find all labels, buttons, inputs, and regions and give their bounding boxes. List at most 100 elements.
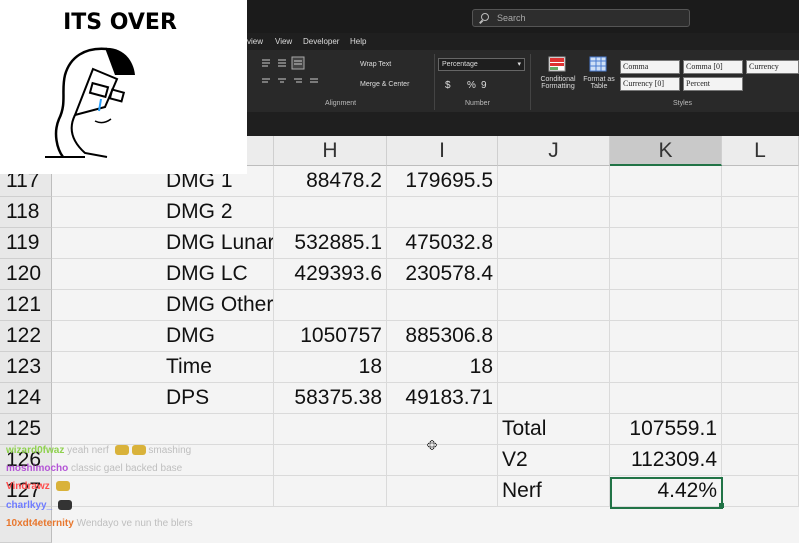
cell-h118[interactable] [274, 197, 387, 228]
column-header-k[interactable]: K [610, 136, 722, 166]
cell-j127[interactable]: Nerf [498, 476, 610, 507]
cell-l121[interactable] [722, 290, 799, 321]
cell-i118[interactable] [387, 197, 498, 228]
cell-j119[interactable] [498, 228, 610, 259]
column-header-l[interactable]: L [722, 136, 799, 166]
selected-cell-k127[interactable] [610, 477, 723, 509]
cell-h119[interactable]: 532885.1 [274, 228, 387, 259]
cell-k122[interactable] [610, 321, 722, 352]
menu-item-help[interactable]: Help [350, 37, 366, 46]
row-header-119[interactable]: 119 [0, 228, 52, 259]
cell-l125[interactable] [722, 414, 799, 445]
column-header-g[interactable] [247, 136, 274, 166]
cell-j125[interactable]: Total [498, 414, 610, 445]
cell-i119[interactable]: 475032.8 [387, 228, 498, 259]
cell-j121[interactable] [498, 290, 610, 321]
cell-j123[interactable] [498, 352, 610, 383]
row-header-118[interactable]: 118 [0, 197, 52, 228]
stream-chat-overlay: wizard0fwaz yeah nerf smashing moshimoch… [0, 440, 260, 543]
cell-h124[interactable]: 58375.38 [274, 383, 387, 414]
cell-g119[interactable]: DMG Lunar [52, 228, 274, 259]
number-format-dropdown[interactable]: Percentage ▾ [438, 58, 525, 71]
row-header-121[interactable]: 121 [0, 290, 52, 321]
fill-handle[interactable] [719, 503, 724, 508]
cell-i121[interactable] [387, 290, 498, 321]
cell-g123[interactable]: Time [52, 352, 274, 383]
cell-j124[interactable] [498, 383, 610, 414]
row-header-124[interactable]: 124 [0, 383, 52, 414]
chat-message: yeah nerf [67, 445, 109, 456]
cell-h127[interactable] [274, 476, 387, 507]
cell-h120[interactable]: 429393.6 [274, 259, 387, 290]
cell-i124[interactable]: 49183.71 [387, 383, 498, 414]
column-header-h[interactable]: H [274, 136, 387, 166]
cell-i117[interactable]: 179695.5 [387, 166, 498, 197]
cell-i126[interactable] [387, 445, 498, 476]
style-comma[interactable]: Comma [620, 60, 680, 74]
cell-i125[interactable] [387, 414, 498, 445]
cell-k119[interactable] [610, 228, 722, 259]
style-currency-0[interactable]: Currency [0] [620, 77, 680, 91]
row-header-122[interactable]: 122 [0, 321, 52, 352]
cell-g121[interactable]: DMG Other [52, 290, 274, 321]
cell-i127[interactable] [387, 476, 498, 507]
cell-k118[interactable] [610, 197, 722, 228]
cell-k126[interactable]: 112309.4 [610, 445, 722, 476]
cell-i123[interactable]: 18 [387, 352, 498, 383]
cell-j126[interactable]: V2 [498, 445, 610, 476]
cell-k117[interactable] [610, 166, 722, 197]
comma-style-button[interactable]: 9 [481, 80, 487, 91]
cell-k124[interactable] [610, 383, 722, 414]
menu-item-developer[interactable]: Developer [303, 37, 339, 46]
cell-j122[interactable] [498, 321, 610, 352]
cell-l126[interactable] [722, 445, 799, 476]
cell-i120[interactable]: 230578.4 [387, 259, 498, 290]
cell-l122[interactable] [722, 321, 799, 352]
style-percent[interactable]: Percent [683, 77, 743, 91]
cell-k120[interactable] [610, 259, 722, 290]
cell-h121[interactable] [274, 290, 387, 321]
conditional-formatting-button[interactable]: Conditional Formatting [538, 76, 578, 90]
cell-j117[interactable] [498, 166, 610, 197]
cell-g122[interactable]: DMG [52, 321, 274, 352]
chat-line: moshimocho classic gael backed base [6, 463, 182, 474]
column-header-i[interactable]: I [387, 136, 498, 166]
format-as-table-button[interactable]: Format as Table [580, 76, 618, 90]
cell-g118[interactable]: DMG 2 [52, 197, 274, 228]
style-comma-0[interactable]: Comma [0] [683, 60, 743, 74]
cell-k123[interactable] [610, 352, 722, 383]
cell-j120[interactable] [498, 259, 610, 290]
cell-l117[interactable] [722, 166, 799, 197]
currency-button[interactable]: $ [445, 80, 451, 91]
cell-h125[interactable] [274, 414, 387, 445]
alignment-icons[interactable] [258, 56, 338, 86]
cell-g124[interactable]: DPS [52, 383, 274, 414]
cell-h123[interactable]: 18 [274, 352, 387, 383]
cell-k125[interactable]: 107559.1 [610, 414, 722, 445]
cell-g120[interactable]: DMG LC [52, 259, 274, 290]
cell-h126[interactable] [274, 445, 387, 476]
cell-l124[interactable] [722, 383, 799, 414]
style-currency[interactable]: Currency [746, 60, 799, 74]
cell-h117[interactable]: 88478.2 [274, 166, 387, 197]
cell-l127[interactable] [722, 476, 799, 507]
cell-k121[interactable] [610, 290, 722, 321]
column-header-j[interactable]: J [498, 136, 610, 166]
cell-l120[interactable] [722, 259, 799, 290]
format-as-table-icon [589, 56, 607, 72]
cell-l119[interactable] [722, 228, 799, 259]
percent-button[interactable]: % [467, 80, 476, 91]
cell-h122[interactable]: 1050757 [274, 321, 387, 352]
cell-i122[interactable]: 885306.8 [387, 321, 498, 352]
row-header-120[interactable]: 120 [0, 259, 52, 290]
search-box[interactable]: Search [472, 9, 690, 27]
merge-center-button[interactable]: Merge & Center [360, 81, 409, 88]
cell-j118[interactable] [498, 197, 610, 228]
wrap-text-button[interactable]: Wrap Text [360, 61, 391, 68]
emote-icon [57, 500, 72, 511]
cell-l123[interactable] [722, 352, 799, 383]
cell-l118[interactable] [722, 197, 799, 228]
menu-item-view-partial[interactable]: view [247, 37, 263, 46]
row-header-123[interactable]: 123 [0, 352, 52, 383]
menu-item-view[interactable]: View [275, 37, 292, 46]
